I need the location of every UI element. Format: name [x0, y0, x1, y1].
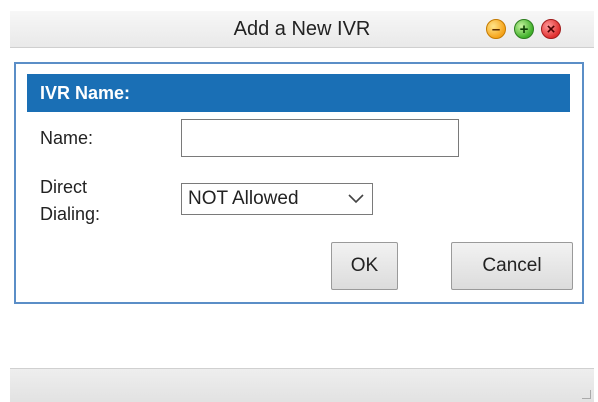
window-titlebar[interactable]: Add a New IVR – + × [10, 11, 594, 48]
ivr-form-panel: IVR Name: Name: Direct Dialing: NOT Allo… [14, 62, 584, 304]
resize-grip-icon[interactable] [582, 390, 591, 399]
cancel-button[interactable]: Cancel [451, 242, 573, 290]
direct-dialing-label-line1: Direct [40, 177, 88, 197]
ok-button[interactable]: OK [331, 242, 398, 290]
minimize-icon[interactable]: – [486, 19, 506, 39]
maximize-icon[interactable]: + [514, 19, 534, 39]
close-icon[interactable]: × [541, 19, 561, 39]
status-bar [10, 368, 594, 402]
name-label: Name: [40, 128, 94, 148]
window-title: Add a New IVR [233, 17, 371, 40]
direct-dialing-label-line2: Dialing: [40, 204, 101, 224]
direct-dialing-select[interactable]: NOT Allowed [181, 183, 373, 215]
direct-dialing-label: Direct Dialing: [40, 174, 100, 228]
direct-dialing-value: NOT Allowed [188, 188, 299, 209]
name-input[interactable] [181, 119, 459, 157]
chevron-down-icon [348, 194, 364, 204]
panel-header: IVR Name: [27, 74, 570, 112]
